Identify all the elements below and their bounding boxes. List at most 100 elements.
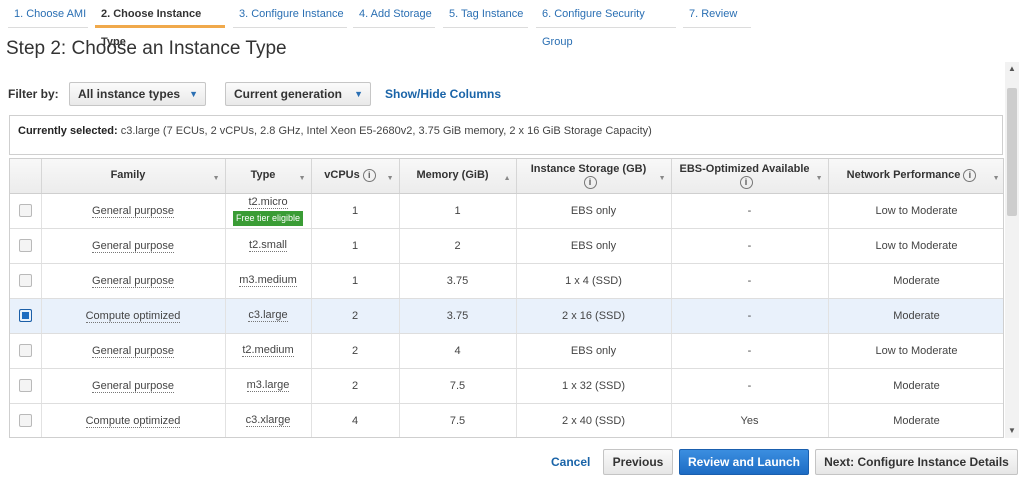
table-header-row: Family ▼ Type ▼ vCPUs i ▼ Memory (GiB) ▲ Inst…: [10, 159, 1003, 194]
vcpus-cell: 1: [311, 263, 400, 299]
row-select-cell[interactable]: [10, 403, 42, 437]
row-checkbox[interactable]: [18, 379, 32, 392]
scroll-down-icon[interactable]: ▼: [1008, 426, 1016, 435]
review-and-launch-button[interactable]: Review and Launch: [679, 449, 809, 475]
type-value: c3.xlarge: [245, 414, 291, 427]
row-select-cell[interactable]: [10, 368, 42, 404]
step-review[interactable]: 7. Review: [683, 0, 751, 28]
type-value: t2.small: [249, 239, 287, 252]
table-row[interactable]: General purpose m3.large 2 7.5 1 x 32 (SSD) -…: [10, 368, 1003, 404]
network-cell: Moderate: [828, 403, 1003, 437]
memory-header-label: Memory (GiB): [416, 169, 489, 182]
storage-cell: 2 x 40 (SSD): [516, 403, 672, 437]
info-icon[interactable]: i: [583, 175, 597, 189]
family-value: Compute optimized: [85, 414, 181, 428]
type-cell: m3.large: [225, 368, 312, 404]
network-column-header[interactable]: Network Performance i ▼: [828, 159, 1003, 194]
family-cell: General purpose: [41, 333, 226, 369]
row-checkbox[interactable]: [18, 274, 32, 287]
vcpus-column-header[interactable]: vCPUs i ▼: [311, 159, 400, 194]
type-column-header[interactable]: Type ▼: [225, 159, 312, 194]
cancel-link[interactable]: Cancel: [551, 455, 590, 469]
ebs-cell: -: [671, 368, 829, 404]
family-value: General purpose: [92, 204, 174, 218]
storage-cell: EBS only: [516, 228, 672, 264]
show-hide-columns-link[interactable]: Show/Hide Columns: [385, 87, 501, 101]
storage-column-header[interactable]: Instance Storage (GB) i ▼: [516, 159, 672, 194]
ebs-column-header[interactable]: EBS-Optimized Available i ▼: [671, 159, 829, 194]
memory-cell: 2: [399, 228, 517, 264]
memory-column-header[interactable]: Memory (GiB) ▲: [399, 159, 517, 194]
step-tag-instance[interactable]: 5. Tag Instance: [443, 0, 528, 28]
row-checkbox[interactable]: [18, 309, 32, 322]
type-value: m3.medium: [239, 274, 297, 287]
next-configure-instance-details-button[interactable]: Next: Configure Instance Details: [815, 449, 1018, 475]
info-icon[interactable]: i: [739, 175, 753, 189]
scroll-up-icon[interactable]: ▲: [1008, 64, 1016, 73]
sort-icon[interactable]: ▼: [993, 172, 1000, 185]
row-checkbox[interactable]: [18, 239, 32, 252]
chevron-down-icon: ▼: [354, 89, 363, 99]
step-choose-ami[interactable]: 1. Choose AMI: [8, 0, 88, 28]
family-column-header[interactable]: Family ▼: [41, 159, 226, 194]
type-cell: c3.xlarge: [225, 403, 312, 437]
chevron-down-icon: ▼: [189, 89, 198, 99]
vcpus-cell: 4: [311, 403, 400, 437]
type-cell: t2.small: [225, 228, 312, 264]
row-checkbox[interactable]: [18, 344, 32, 357]
table-row[interactable]: General purpose m3.medium 1 3.75 1 x 4 (SSD)…: [10, 263, 1003, 299]
row-select-cell[interactable]: [10, 263, 42, 299]
sort-icon[interactable]: ▼: [816, 172, 823, 185]
storage-cell: 2 x 16 (SSD): [516, 298, 672, 334]
instance-types-value: All instance types: [78, 87, 181, 101]
step-add-storage[interactable]: 4. Add Storage: [353, 0, 435, 28]
sort-icon[interactable]: ▼: [659, 172, 666, 185]
instance-types-dropdown[interactable]: All instance types ▼: [69, 82, 206, 106]
row-checkbox[interactable]: [18, 414, 32, 427]
table-row[interactable]: General purpose t2.small 1 2 EBS only - Low to…: [10, 228, 1003, 264]
row-select-cell[interactable]: [10, 228, 42, 264]
info-icon[interactable]: i: [963, 169, 977, 183]
previous-button[interactable]: Previous: [603, 449, 673, 475]
sort-icon[interactable]: ▼: [299, 172, 306, 185]
network-cell: Low to Moderate: [828, 193, 1003, 229]
step-configure-security-group[interactable]: 6. Configure Security Group: [536, 0, 676, 48]
wizard-steps: 1. Choose AMI 2. Choose Instance Type 3.…: [0, 0, 1024, 48]
select-column-header: [10, 159, 42, 194]
table-row[interactable]: Compute optimized c3.large 2 3.75 2 x 16 (SS…: [10, 298, 1003, 334]
currently-selected-text: c3.large (7 ECUs, 2 vCPUs, 2.8 GHz, Inte…: [120, 125, 652, 137]
scroll-thumb[interactable]: [1007, 88, 1017, 216]
table-row[interactable]: General purpose t2.medium 2 4 EBS only - Low t…: [10, 333, 1003, 369]
vertical-scrollbar[interactable]: ▲ ▼: [1005, 62, 1019, 438]
row-select-cell[interactable]: [10, 333, 42, 369]
vcpus-cell: 1: [311, 228, 400, 264]
type-value: t2.micro: [248, 195, 288, 209]
sort-ascending-icon[interactable]: ▲: [504, 172, 511, 185]
table-row[interactable]: Compute optimized c3.xlarge 4 7.5 2 x 40 (SS…: [10, 403, 1003, 437]
family-value: Compute optimized: [85, 309, 181, 323]
step-configure-instance[interactable]: 3. Configure Instance: [233, 0, 347, 28]
family-value: General purpose: [92, 239, 174, 253]
memory-cell: 4: [399, 333, 517, 369]
family-header-label: Family: [110, 169, 146, 182]
step-choose-instance-type[interactable]: 2. Choose Instance Type: [95, 0, 225, 48]
sort-icon[interactable]: ▼: [213, 172, 220, 185]
generation-dropdown[interactable]: Current generation ▼: [225, 82, 371, 106]
memory-cell: 3.75: [399, 263, 517, 299]
sort-icon[interactable]: ▼: [387, 172, 394, 185]
family-cell: General purpose: [41, 228, 226, 264]
row-select-cell[interactable]: [10, 193, 42, 229]
ebs-cell: -: [671, 298, 829, 334]
storage-cell: 1 x 32 (SSD): [516, 368, 672, 404]
network-header-label: Network Performance: [846, 169, 961, 182]
row-checkbox[interactable]: [18, 204, 32, 217]
info-icon[interactable]: i: [362, 169, 376, 183]
family-cell: General purpose: [41, 193, 226, 229]
type-cell: t2.micro Free tier eligible: [225, 193, 312, 229]
type-value: m3.large: [246, 379, 290, 392]
vcpus-cell: 2: [311, 368, 400, 404]
memory-cell: 3.75: [399, 298, 517, 334]
row-select-cell[interactable]: [10, 298, 42, 334]
storage-cell: EBS only: [516, 333, 672, 369]
table-row[interactable]: General purpose t2.micro Free tier eligibl…: [10, 193, 1003, 229]
